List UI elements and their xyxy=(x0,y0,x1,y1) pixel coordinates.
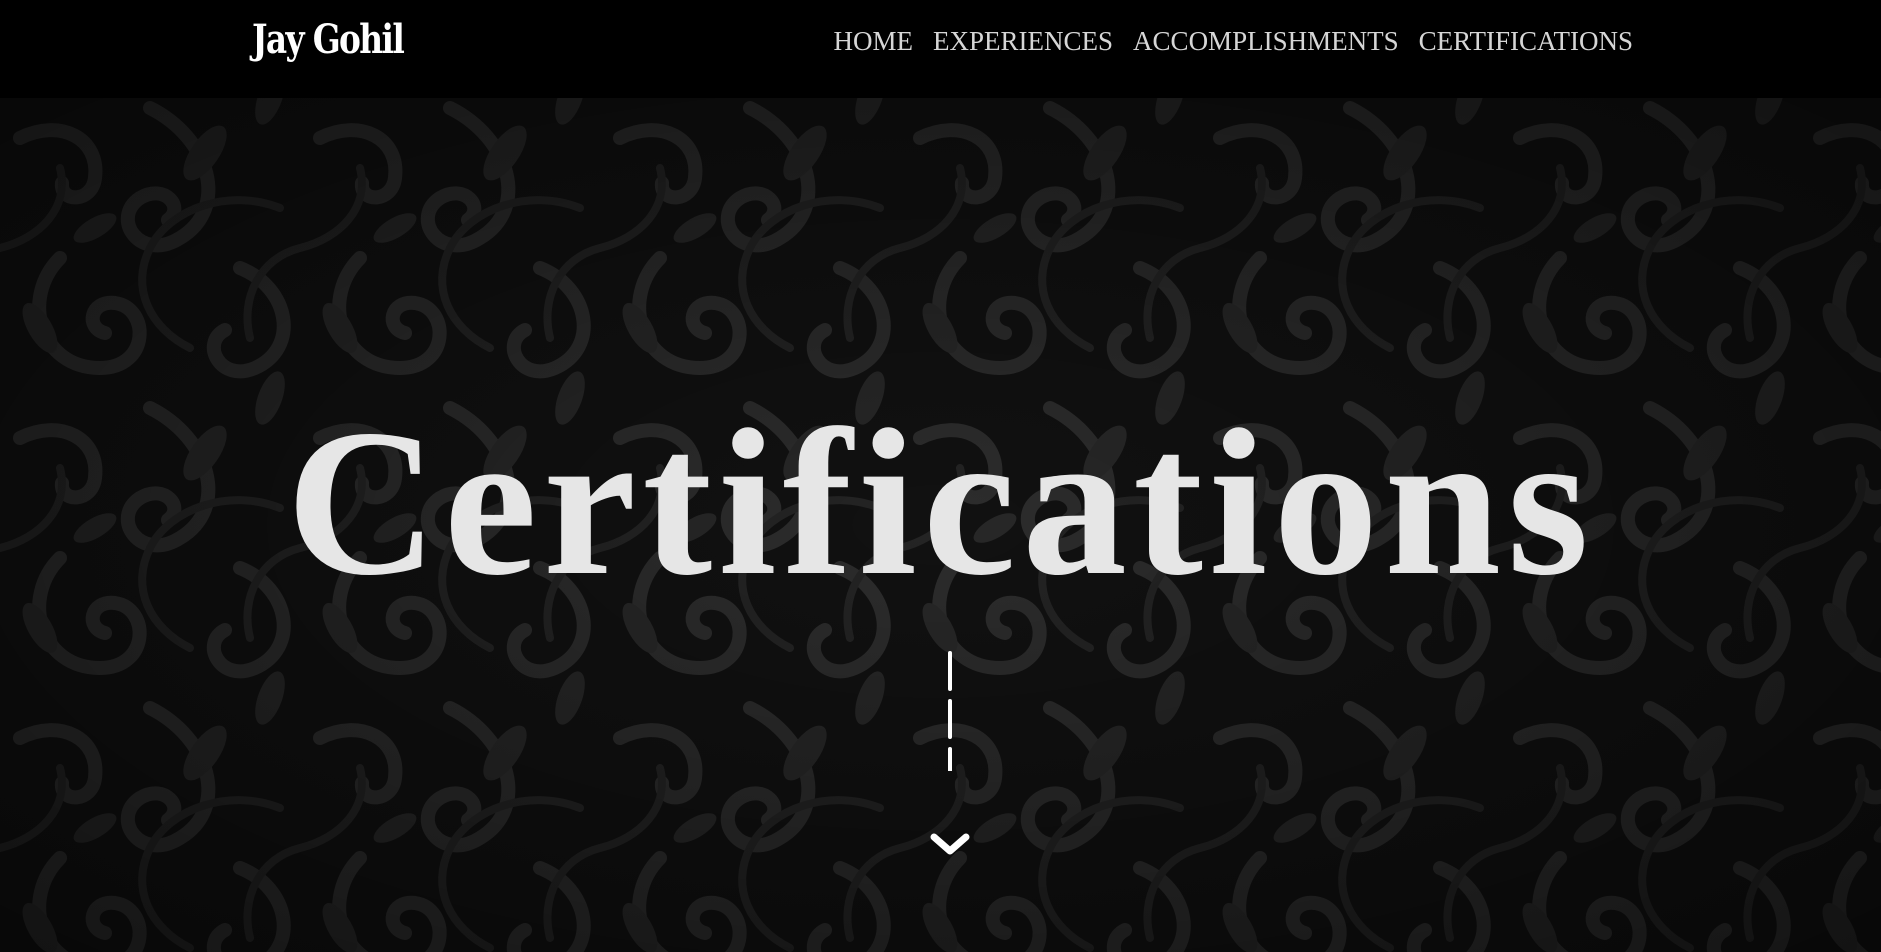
nav-link-home[interactable]: HOME xyxy=(834,26,914,57)
hero-section: Certifications xyxy=(0,98,1881,952)
chevron-down-icon[interactable] xyxy=(925,651,975,771)
scroll-down-arrow-icon[interactable] xyxy=(929,829,971,859)
main-nav: HOME EXPERIENCES ACCOMPLISHMENTS CERTIFI… xyxy=(834,26,1633,57)
top-navbar: Jay Gohil HOME EXPERIENCES ACCOMPLISHMEN… xyxy=(0,0,1881,98)
brand-logo[interactable]: Jay Gohil xyxy=(252,16,405,63)
nav-link-experiences[interactable]: EXPERIENCES xyxy=(933,26,1113,57)
page-title: Certifications xyxy=(286,387,1595,619)
nav-link-certifications[interactable]: CERTIFICATIONS xyxy=(1419,26,1633,57)
nav-link-accomplishments[interactable]: ACCOMPLISHMENTS xyxy=(1133,26,1399,57)
